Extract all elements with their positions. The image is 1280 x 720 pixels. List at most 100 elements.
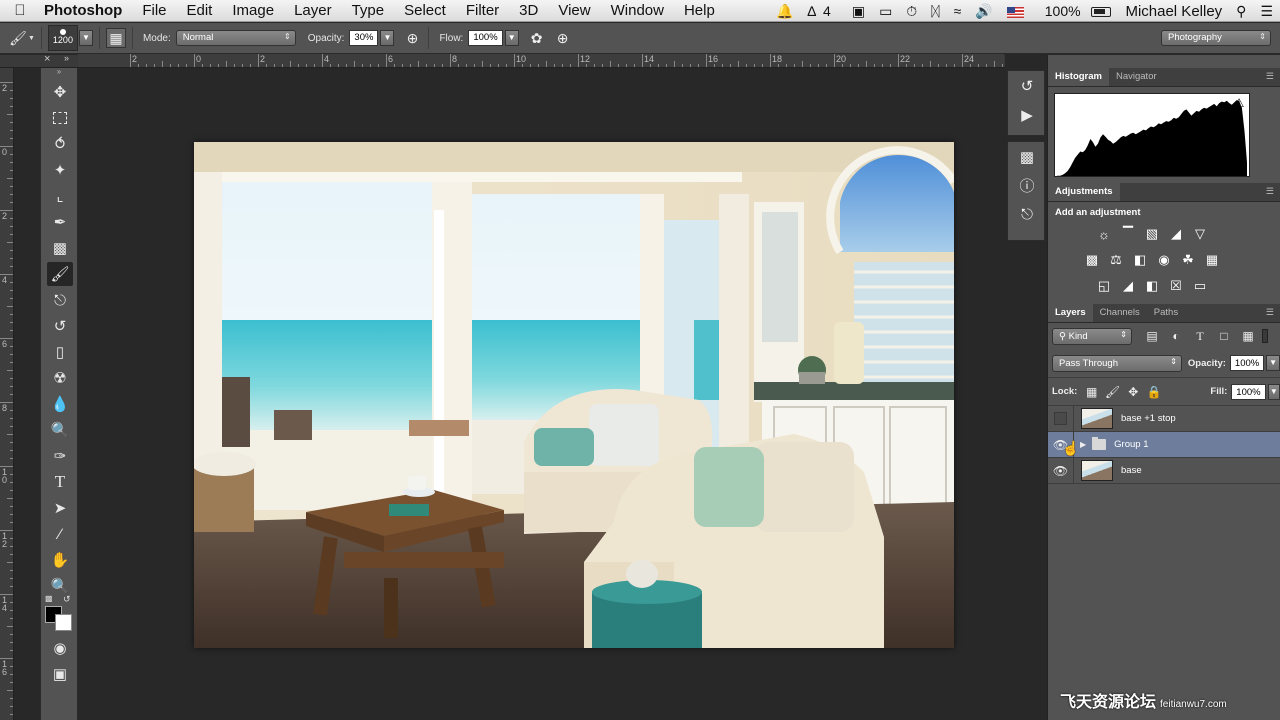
menu-type[interactable]: Type — [342, 2, 395, 19]
opacity-field[interactable]: 30% — [349, 30, 379, 46]
workspace-switcher[interactable]: Photography ⇕ — [1161, 30, 1271, 46]
volume-icon[interactable]: 🔊 — [968, 3, 999, 20]
tools-panel-grip[interactable]: » — [41, 68, 77, 78]
horizontal-ruler[interactable]: 2 0 2 4 6 8 10 12 14 16 18 20 22 24 — [78, 54, 1004, 68]
pressure-size-icon[interactable]: ⊕ — [553, 28, 573, 48]
marquee-tool-icon[interactable] — [47, 106, 73, 130]
line-tool-icon[interactable]: ∕ — [47, 522, 73, 546]
move-tool-icon[interactable]: ✥ — [47, 80, 73, 104]
tab-histogram[interactable]: Histogram — [1048, 68, 1109, 86]
black-white-icon[interactable]: ◧ — [1128, 250, 1152, 270]
menu-select[interactable]: Select — [394, 2, 456, 19]
tab-paths[interactable]: Paths — [1147, 304, 1185, 322]
fill-field[interactable]: 100% — [1231, 383, 1266, 400]
dodge-tool-icon[interactable]: 🔍 — [47, 418, 73, 442]
wifi-icon[interactable]: ≈ — [947, 3, 969, 19]
eye-icon[interactable]: 👁 — [1048, 457, 1074, 484]
collapse-panel-icon[interactable]: » — [64, 53, 69, 63]
flow-slider-caret[interactable]: ▼ — [504, 30, 519, 46]
lock-pixels-icon[interactable]: 🖌 — [1102, 383, 1123, 400]
brightness-contrast-icon[interactable]: ☼ — [1092, 224, 1116, 244]
menu-help[interactable]: Help — [674, 2, 725, 19]
airplay-icon[interactable]: ▭ — [872, 3, 899, 20]
layer-opacity-field[interactable]: 100% — [1229, 355, 1265, 371]
brush-panel-toggle-icon[interactable]: ▦ — [105, 28, 126, 48]
input-source-flag-icon[interactable] — [1000, 3, 1031, 19]
preset-caret-icon[interactable]: ▼ — [28, 35, 35, 42]
levels-icon[interactable]: ▔ — [1116, 224, 1140, 244]
tab-layers[interactable]: Layers — [1048, 304, 1093, 322]
brush-tool-preset-icon[interactable]: 🖌 — [8, 28, 28, 48]
paint-bucket-tool-icon[interactable]: ☢ — [47, 366, 73, 390]
expand-group-icon[interactable]: ▶ — [1080, 440, 1086, 449]
menu-file[interactable]: File — [132, 2, 176, 19]
filter-toggle-switch[interactable] — [1262, 329, 1268, 343]
menu-window[interactable]: Window — [601, 2, 674, 19]
adobe-cc-icon[interactable]: ∆ 4 — [800, 3, 844, 19]
filter-pixel-icon[interactable]: ▤ — [1140, 328, 1164, 345]
panel-menu-icon[interactable]: ☰ — [1266, 186, 1274, 197]
blur-tool-icon[interactable]: 💧 — [47, 392, 73, 416]
swap-colors-icon[interactable]: ↺ — [63, 594, 71, 605]
fill-caret[interactable]: ▼ — [1267, 383, 1280, 400]
kind-filter-select[interactable]: ⚲ Kind ⇕ — [1052, 327, 1132, 345]
lasso-tool-icon[interactable]: ⥀ — [47, 132, 73, 156]
document-image[interactable] — [194, 142, 954, 648]
curves-icon[interactable]: ▧ — [1140, 224, 1164, 244]
threshold-icon[interactable]: ◧ — [1140, 276, 1164, 296]
actions-panel-icon[interactable]: ▶ — [1008, 100, 1046, 129]
swatches-panel-icon[interactable]: ▩ — [1008, 142, 1046, 171]
menu-view[interactable]: View — [548, 2, 600, 19]
lock-position-icon[interactable]: ✥ — [1123, 383, 1144, 400]
posterize-icon[interactable]: ◢ — [1116, 276, 1140, 296]
filter-smart-object-icon[interactable]: ▦ — [1236, 328, 1260, 345]
history-brush-tool-icon[interactable]: ↺ — [47, 314, 73, 338]
menu-3d[interactable]: 3D — [509, 2, 548, 19]
layer-row-selected[interactable]: 👁 ▶ Group 1 ☝ — [1048, 431, 1280, 458]
crop-tool-icon[interactable]: ⌞ — [47, 184, 73, 208]
notification-bell-icon[interactable]: 🔔 — [769, 3, 800, 20]
lock-transparent-icon[interactable]: ▦ — [1081, 383, 1102, 400]
bluetooth-icon[interactable]: ᛞ — [924, 3, 946, 19]
battery-status[interactable]: 100% — [1031, 3, 1119, 19]
vertical-ruler[interactable]: 2 0 2 4 6 8 1 0 1 2 1 4 1 6 — [0, 68, 14, 720]
opacity-slider-caret[interactable]: ▼ — [380, 30, 395, 46]
mode-select[interactable]: Normal ⇕ — [175, 30, 296, 46]
default-colors-icon[interactable]: ▩ — [45, 594, 53, 603]
app-menu[interactable]: Photoshop — [40, 2, 132, 19]
apple-menu-icon[interactable]:  — [0, 2, 40, 19]
invert-icon[interactable]: ◱ — [1092, 276, 1116, 296]
type-tool-icon[interactable]: T — [47, 470, 73, 494]
color-balance-icon[interactable]: ⚖ — [1104, 250, 1128, 270]
photo-filter-icon[interactable]: ◉ — [1152, 250, 1176, 270]
panel-menu-icon[interactable]: ☰ — [1266, 71, 1274, 82]
brush-size-caret[interactable]: ▼ — [78, 30, 93, 46]
menu-filter[interactable]: Filter — [456, 2, 509, 19]
screen-mirror-icon[interactable]: ▣ — [845, 3, 872, 20]
gradient-map-icon[interactable]: ▭ — [1188, 276, 1212, 296]
hand-tool-icon[interactable]: ✋ — [47, 548, 73, 572]
vibrance-icon[interactable]: ▽ — [1188, 224, 1212, 244]
close-panel-icon[interactable]: × — [44, 53, 50, 65]
lock-all-icon[interactable]: 🔒 — [1144, 383, 1165, 400]
panel-menu-icon[interactable]: ☰ — [1266, 307, 1274, 318]
user-name[interactable]: Michael Kelley — [1118, 3, 1229, 20]
menu-layer[interactable]: Layer — [284, 2, 342, 19]
brush-size-picker[interactable]: 1200 — [47, 25, 78, 51]
document-canvas[interactable] — [79, 68, 1005, 720]
history-panel-icon[interactable]: ↺ — [1008, 71, 1046, 100]
eyedropper-tool-icon[interactable]: ✒ — [47, 210, 73, 234]
layer-row[interactable]: base +1 stop — [1048, 405, 1280, 432]
eraser-tool-icon[interactable]: ▯ — [47, 340, 73, 364]
menu-image[interactable]: Image — [222, 2, 284, 19]
brush-tool-icon[interactable]: 🖌 — [47, 262, 73, 286]
filter-shape-icon[interactable]: □ — [1212, 328, 1236, 345]
magic-wand-tool-icon[interactable]: ✦ — [47, 158, 73, 182]
time-machine-icon[interactable]: ⏱ — [899, 3, 924, 20]
healing-brush-tool-icon[interactable]: ▩ — [47, 236, 73, 260]
screen-mode-icon[interactable]: ▣ — [47, 662, 73, 686]
filter-adjustment-icon[interactable]: ◐ — [1164, 328, 1188, 345]
filter-type-icon[interactable]: T — [1188, 328, 1212, 345]
layer-row[interactable]: 👁 base — [1048, 457, 1280, 484]
exposure-icon[interactable]: ◢ — [1164, 224, 1188, 244]
